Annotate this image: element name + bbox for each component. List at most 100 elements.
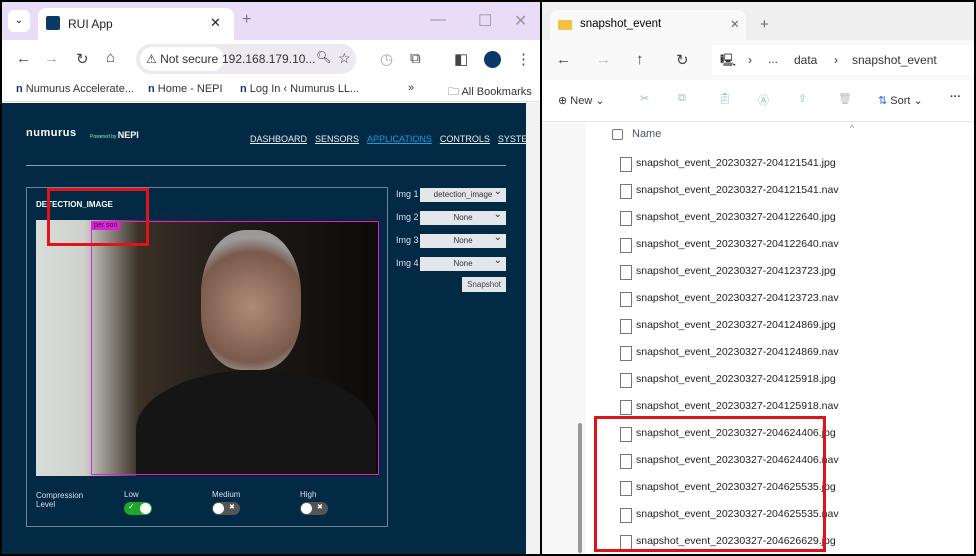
img1-select[interactable]: detection_image (420, 185, 506, 202)
breadcrumb-data[interactable]: data (794, 53, 817, 67)
file-row[interactable]: snapshot_event_20230327-204123723.nav (618, 285, 839, 312)
page-scrollbar[interactable] (526, 103, 540, 554)
bookmark-label: Numurus Accelerate... (25, 83, 134, 95)
sort-ascending-icon: ^ (850, 123, 855, 133)
more-bookmarks-icon[interactable]: » (408, 82, 414, 94)
file-row[interactable]: snapshot_event_20230327-204125918.jpg (618, 366, 836, 393)
close-window-icon[interactable]: ✕ (514, 11, 527, 31)
bookmarks-bar: n Numurus Accelerate... n Home - NEPI n … (2, 78, 540, 102)
toggle-switch[interactable]: ✖ (212, 502, 240, 515)
up-icon[interactable]: ↑ (636, 51, 644, 68)
bookmark-0[interactable]: n Numurus Accelerate... (16, 83, 134, 95)
browser-tab[interactable]: RUI App ✕ (38, 8, 234, 40)
new-label: New (570, 95, 593, 107)
new-tab-icon[interactable]: + (242, 11, 251, 29)
history-icon[interactable]: ◷ (380, 50, 393, 68)
img4-select[interactable]: None (420, 254, 506, 271)
highlight-box (594, 416, 826, 552)
sort-button[interactable]: ⇅ Sort ⌄ (878, 94, 923, 107)
tab-bar: ⌄ RUI App ✕ + — ☐ ✕ (2, 2, 540, 40)
nav-controls[interactable]: CONTROLS (440, 134, 490, 144)
image-selectors: Img 1detection_image Img 2None Img 3None… (396, 185, 508, 297)
side-panel-icon[interactable]: ◧ (454, 50, 468, 68)
tab-title: snapshot_event (580, 18, 662, 30)
select-all-checkbox[interactable] (612, 129, 623, 140)
computer-icon: 🖳 (720, 53, 737, 67)
back-icon[interactable]: ← (16, 50, 31, 67)
chevron-icon: › (748, 53, 752, 67)
explorer-tab[interactable]: snapshot_event ✕ (550, 10, 746, 40)
profile-avatar[interactable] (484, 51, 501, 68)
address-bar[interactable]: ⚠ Not secure 192.168.179.10... 🔍︎ ☆ (136, 44, 356, 74)
explorer-address-row: ← → ↑ ↻ 🖳 › ... data › snapshot_event (542, 40, 974, 80)
file-row[interactable]: snapshot_event_20230327-204121541.nav (618, 177, 839, 204)
toggle-switch[interactable]: ✖ (300, 502, 328, 515)
cut-icon[interactable]: ✂ (640, 92, 649, 105)
numurus-logo[interactable]: numurus (26, 127, 77, 139)
back-icon[interactable]: ← (556, 51, 571, 68)
more-icon[interactable]: ··· (950, 91, 961, 103)
numurus-favicon (46, 16, 60, 30)
all-bookmarks-label: All Bookmarks (461, 86, 532, 98)
name-column-header[interactable]: Name (632, 128, 661, 140)
paste-icon[interactable]: 📋︎ (718, 92, 732, 105)
nav-dashboard[interactable]: DASHBOARD (250, 134, 307, 144)
delete-icon[interactable]: 🗑︎ (838, 92, 852, 105)
detection-image: per son (36, 220, 379, 476)
new-tab-icon[interactable]: + (760, 16, 769, 33)
plus-circle-icon: ⊕ (558, 95, 571, 107)
img2-select[interactable]: None (420, 208, 506, 225)
forward-icon[interactable]: → (596, 51, 611, 68)
command-bar: ⊕ New ⌄ ✂ ⧉ 📋︎ Ⓐ ⇪ 🗑︎ ⇅ Sort ⌄ ··· (542, 80, 974, 122)
warning-icon: ⚠ (146, 52, 161, 66)
all-bookmarks[interactable]: 🗀 All Bookmarks (448, 83, 532, 102)
forward-icon[interactable]: → (44, 50, 59, 67)
file-row[interactable]: snapshot_event_20230327-204122640.nav (618, 231, 839, 258)
maximize-icon[interactable]: ☐ (478, 11, 492, 31)
divider (26, 165, 506, 166)
share-icon[interactable]: ⇪ (798, 92, 807, 105)
compression-medium[interactable]: Medium ✖ (212, 490, 240, 515)
security-chip[interactable]: ⚠ Not secure (140, 47, 225, 71)
compression-low[interactable]: Low ✓ (124, 490, 152, 515)
breadcrumb-more[interactable]: ... (768, 52, 778, 66)
file-row[interactable]: snapshot_event_20230327-204124869.jpg (618, 312, 836, 339)
file-row[interactable]: snapshot_event_20230327-204121541.jpg (618, 150, 836, 177)
snapshot-button[interactable]: Snapshot (462, 277, 506, 292)
file-row[interactable]: snapshot_event_20230327-204123723.jpg (618, 258, 836, 285)
reload-icon[interactable]: ↻ (76, 50, 89, 68)
bookmark-1[interactable]: n Home - NEPI (148, 83, 223, 95)
star-icon[interactable]: ☆ (338, 50, 351, 67)
copy-icon[interactable]: ⧉ (678, 92, 686, 105)
rui-page: numurus Powered by NEPI DASHBOARD SENSORS… (2, 103, 535, 554)
file-row[interactable]: snapshot_event_20230327-204124869.nav (618, 339, 839, 366)
home-icon[interactable]: ⌂ (106, 49, 115, 66)
file-row[interactable]: snapshot_event_20230327-204122640.jpg (618, 204, 836, 231)
nav-sensors[interactable]: SENSORS (315, 134, 359, 144)
explorer-tab-bar: snapshot_event ✕ + (542, 2, 974, 40)
option-label: High (300, 490, 317, 499)
close-tab-icon[interactable]: ✕ (210, 15, 221, 31)
compression-high[interactable]: High ✖ (300, 490, 328, 515)
x-icon: ✖ (229, 504, 235, 511)
tab-list-button[interactable]: ⌄ (8, 10, 30, 32)
breadcrumb[interactable]: 🖳 › ... data › snapshot_event (712, 45, 974, 75)
bookmark-label: Home - NEPI (157, 83, 223, 95)
folder-icon (558, 20, 572, 30)
minimize-icon[interactable]: — (430, 11, 446, 29)
nav-applications[interactable]: APPLICATIONS (367, 134, 432, 144)
rename-icon[interactable]: Ⓐ (758, 92, 769, 108)
new-button[interactable]: ⊕ New ⌄ (558, 94, 605, 107)
menu-icon[interactable]: ⋮ (516, 50, 531, 68)
file-explorer-window: snapshot_event ✕ + ← → ↑ ↻ 🖳 › ... data … (542, 2, 974, 554)
close-tab-icon[interactable]: ✕ (730, 17, 740, 31)
breadcrumb-current[interactable]: snapshot_event (852, 53, 937, 67)
sort-icon: ⇅ (878, 95, 891, 107)
refresh-icon[interactable]: ↻ (676, 51, 689, 69)
bookmark-2[interactable]: n Log In ‹ Numurus LL... (240, 83, 359, 95)
img3-select[interactable]: None (420, 231, 506, 248)
extensions-icon[interactable]: ⧉ (410, 50, 421, 67)
toggle-switch[interactable]: ✓ (124, 502, 152, 515)
powered-by: Powered by NEPI (90, 130, 139, 140)
zoom-icon[interactable]: 🔍︎ (316, 50, 331, 64)
